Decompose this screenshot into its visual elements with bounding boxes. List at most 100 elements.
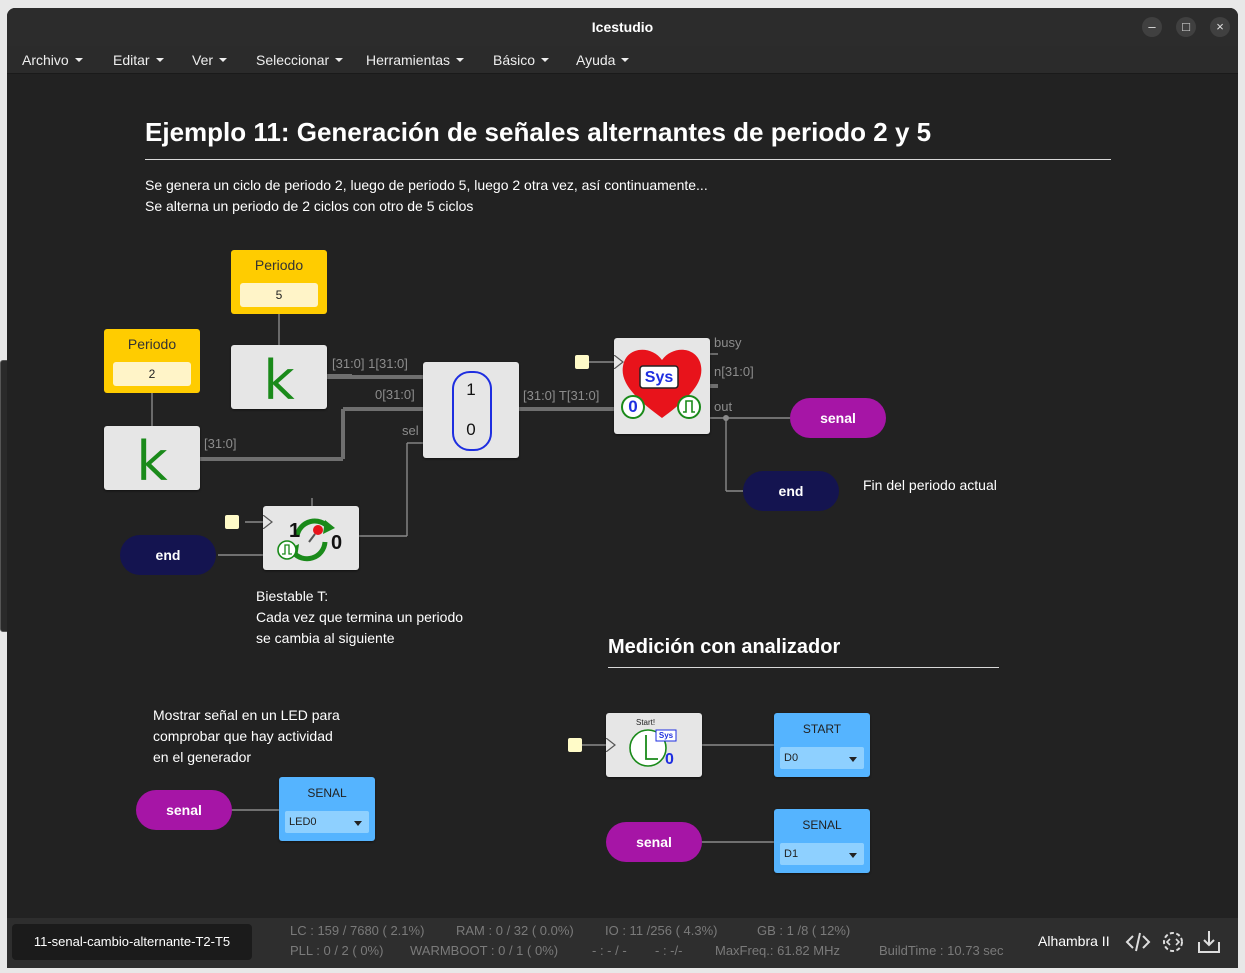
k-icon: k (136, 430, 168, 493)
label-senal-led[interactable]: senal (136, 790, 232, 830)
menu-seleccionar[interactable]: Seleccionar (256, 52, 343, 68)
clock-input[interactable] (568, 738, 582, 752)
start-sys-label: Sys (658, 731, 674, 740)
port-label-mux-out: [31:0] T[31:0] (523, 388, 600, 403)
port-label-in1: [31:0] 1[31:0] (332, 356, 408, 371)
constant-label: Periodo (254, 257, 304, 273)
output-start[interactable]: START D0 (774, 713, 870, 777)
port-label-busy: busy (714, 335, 742, 350)
menu-basico[interactable]: Básico (493, 52, 549, 68)
constant-value[interactable]: 2 (113, 362, 191, 386)
page-title: Ejemplo 11: Generación de señales altern… (145, 117, 932, 147)
menu-ver[interactable]: Ver (192, 52, 227, 68)
stat-misc-2: - : -/- (655, 943, 683, 958)
pin-select[interactable]: D0 (780, 747, 864, 769)
label-senal-analyzer[interactable]: senal (606, 822, 702, 862)
mux-input-0: 0 (466, 420, 476, 439)
clock-port-arrow-icon (263, 515, 273, 529)
stat-io: IO : 11 /256 ( 4.3%) (605, 923, 718, 938)
menu-archivo[interactable]: Archivo (22, 52, 83, 68)
close-icon[interactable]: × (1210, 17, 1230, 37)
port-label-k: [31:0] (204, 436, 237, 451)
output-label: SENAL (307, 786, 347, 800)
menu-herramientas[interactable]: Herramientas (366, 52, 464, 68)
timer-zero-label: 0 (628, 397, 638, 416)
stat-buildtime: BuildTime : 10.73 sec (879, 943, 1004, 958)
stat-ram: RAM : 0 / 32 ( 0.0%) (456, 923, 574, 938)
label-senal-out[interactable]: senal (790, 398, 886, 438)
analyzer-title: Medición con analizador (608, 636, 841, 658)
stat-misc-1: - : - / - (592, 943, 627, 958)
upload-icon[interactable] (1195, 928, 1223, 956)
output-label: SENAL (802, 818, 842, 832)
clock-port-arrow-icon (606, 738, 616, 752)
k-icon: k (263, 349, 295, 412)
code-icon[interactable] (1124, 928, 1152, 956)
app-window: Icestudio – □ × Archivo Editar Ver Selec… (7, 8, 1238, 968)
port-label-n: n[31:0] (714, 364, 754, 379)
label-end-in[interactable]: end (120, 535, 216, 575)
description-line-2: Se alterna un periodo de 2 ciclos con ot… (145, 198, 474, 214)
pin-value: D0 (784, 752, 799, 764)
mux-2-1-block[interactable]: 1 0 (423, 362, 519, 458)
stat-maxfreq: MaxFreq.: 61.82 MHz (715, 943, 840, 958)
build-gear-icon[interactable] (1159, 928, 1187, 956)
clock-input[interactable] (575, 355, 589, 369)
chevron-down-icon (354, 821, 362, 826)
led-note-line-1: Mostrar señal en un LED para (153, 707, 340, 723)
file-name: 11-senal-cambio-alternante-T2-T5 (12, 924, 252, 960)
title-bar: Icestudio – □ × (7, 8, 1238, 46)
pin-value: LED0 (289, 816, 317, 828)
stat-lc: LC : 159 / 7680 ( 2.1%) (290, 923, 425, 938)
stat-pll: PLL : 0 / 2 ( 0%) (290, 943, 384, 958)
pin-select[interactable]: D1 (780, 843, 864, 865)
k-constant-block-2[interactable]: k (104, 426, 200, 493)
chevron-down-icon (849, 757, 857, 762)
port-label-sel: sel (402, 423, 419, 438)
stat-gb: GB : 1 /8 ( 12%) (757, 923, 851, 938)
title-rule (145, 159, 1111, 160)
start-sys-block[interactable]: Start! Sys 0 (606, 713, 702, 777)
constant-periodo-5[interactable]: Periodo 5 (231, 250, 327, 314)
label-end-out[interactable]: end (743, 471, 839, 511)
description-line-1: Se genera un ciclo de periodo 2, luego d… (145, 177, 708, 193)
constant-label: Periodo (127, 336, 177, 352)
toggle-one-label: 1 (289, 520, 301, 542)
biestable-note-line-2: Cada vez que termina un periodo (256, 609, 464, 625)
clock-port-arrow-icon (614, 355, 624, 369)
timer-sys-block[interactable]: Sys 0 (614, 338, 710, 434)
start-zero-label: 0 (665, 751, 674, 768)
k-constant-block-5[interactable]: k (231, 345, 327, 412)
led-note-line-3: en el generador (153, 749, 252, 765)
menu-editar[interactable]: Editar (113, 52, 164, 68)
led-note-line-2: comprobar que hay actividad (153, 728, 333, 744)
biestable-note-line-3: se cambia al siguiente (256, 630, 395, 646)
mux-input-1: 1 (466, 380, 476, 399)
toggle-zero-label: 0 (331, 532, 343, 554)
port-label-out: out (714, 399, 733, 414)
toggle-flipflop-block[interactable]: 1 0 (263, 506, 359, 570)
pin-select[interactable]: LED0 (285, 811, 369, 833)
minimize-icon[interactable]: – (1142, 17, 1162, 37)
chevron-down-icon (849, 853, 857, 858)
output-senal-led[interactable]: SENAL LED0 (279, 777, 375, 841)
design-canvas[interactable]: Ejemplo 11: Generación de señales altern… (7, 73, 1238, 918)
board-name[interactable]: Alhambra II (1038, 933, 1110, 949)
menu-bar: Archivo Editar Ver Seleccionar Herramien… (7, 46, 1238, 74)
constant-value[interactable]: 5 (240, 283, 318, 307)
output-senal-analyzer[interactable]: SENAL D1 (774, 809, 870, 873)
constant-periodo-2[interactable]: Periodo 2 (104, 329, 200, 393)
window-title: Icestudio (591, 19, 654, 35)
menu-ayuda[interactable]: Ayuda (576, 52, 629, 68)
output-label: START (802, 722, 842, 736)
biestable-note-line-1: Biestable T: (256, 588, 329, 604)
stat-warmboot: WARMBOOT : 0 / 1 ( 0%) (410, 943, 559, 958)
analyzer-rule (608, 667, 999, 668)
start-pulse-icon (629, 729, 677, 767)
sys-label: Sys (644, 369, 674, 386)
clock-input[interactable] (225, 515, 239, 529)
fin-periodo-note: Fin del periodo actual (863, 477, 997, 493)
pin-value: D1 (784, 848, 799, 860)
port-label-in0: 0[31:0] (375, 387, 415, 402)
maximize-icon[interactable]: □ (1176, 17, 1196, 37)
